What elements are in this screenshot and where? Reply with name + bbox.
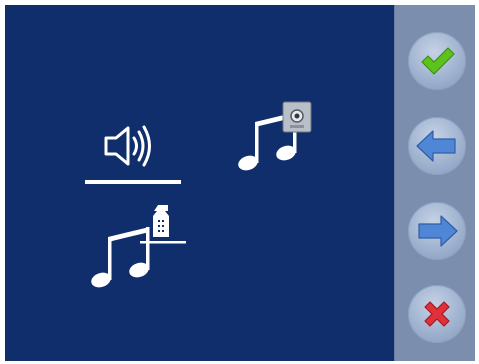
back-button[interactable] — [408, 117, 466, 175]
forward-button[interactable] — [408, 202, 466, 260]
selection-underline — [85, 180, 181, 184]
music-note-intercom-handset-icon — [91, 205, 186, 288]
music-note-door-panel-icon — [238, 101, 312, 171]
option-intercom-ringtone[interactable] — [88, 205, 190, 293]
option-volume[interactable] — [100, 118, 160, 174]
arrow-right-icon — [418, 215, 458, 247]
arrow-left-icon — [416, 130, 456, 162]
speaker-volume-icon — [104, 125, 151, 167]
option-door-ringtone[interactable] — [236, 100, 320, 176]
screen-frame — [0, 0, 479, 364]
cancel-button[interactable] — [408, 285, 466, 343]
check-icon — [421, 47, 455, 75]
close-icon — [424, 301, 450, 327]
settings-panel — [5, 5, 394, 361]
confirm-button[interactable] — [408, 32, 466, 90]
